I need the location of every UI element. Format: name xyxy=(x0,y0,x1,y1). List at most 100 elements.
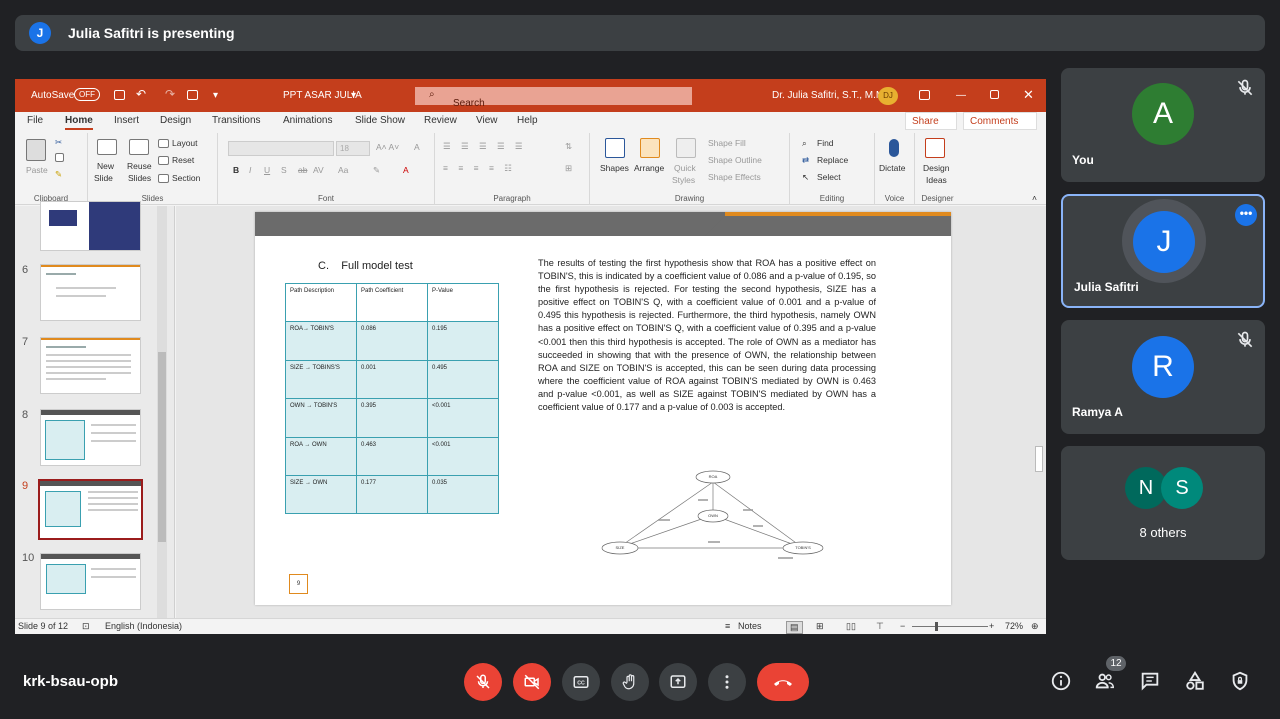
notes-button[interactable]: Notes xyxy=(738,621,762,631)
font-name-field[interactable] xyxy=(228,141,334,156)
italic-icon[interactable]: I xyxy=(249,165,251,175)
find-label[interactable]: Find xyxy=(817,138,834,148)
underline-icon[interactable]: U xyxy=(264,165,270,175)
font-color-icon[interactable]: A xyxy=(403,165,409,175)
fit-slide-icon[interactable]: ⊕ xyxy=(1031,621,1039,632)
participant-tile-ramya[interactable]: R Ramya A xyxy=(1061,320,1265,434)
people-button[interactable] xyxy=(1092,668,1118,694)
redo-icon[interactable]: ↷ xyxy=(165,87,175,101)
replace-label[interactable]: Replace xyxy=(817,155,848,165)
tab-file[interactable]: File xyxy=(27,115,43,126)
quick-styles-label-2[interactable]: Styles xyxy=(672,175,695,185)
align-icons[interactable]: ≡ ≡ ≡ ≡ ☷ xyxy=(443,163,516,174)
strikethrough-icon[interactable]: ab xyxy=(298,165,307,175)
slide-sorter-icon[interactable]: ⊞ xyxy=(816,621,824,632)
shape-outline-label[interactable]: Shape Outline xyxy=(708,155,762,165)
reset-icon[interactable] xyxy=(158,156,169,165)
clear-format-icon[interactable]: A xyxy=(414,142,420,152)
tab-help[interactable]: Help xyxy=(517,115,538,126)
font-size-field[interactable]: 18 xyxy=(336,141,370,156)
host-controls-button[interactable] xyxy=(1227,668,1253,694)
char-spacing-icon[interactable]: AV xyxy=(313,165,324,175)
shape-fill-label[interactable]: Shape Fill xyxy=(708,138,746,148)
replace-icon[interactable]: ⇄ xyxy=(802,155,809,166)
slideshow-icon[interactable]: ⊤ xyxy=(876,621,884,632)
smartart-icon[interactable]: ⊞ xyxy=(565,163,572,174)
section-label[interactable]: Section xyxy=(172,173,200,183)
activities-button[interactable] xyxy=(1182,668,1208,694)
format-painter-icon[interactable]: ✎ xyxy=(55,169,62,180)
design-ideas-icon[interactable] xyxy=(925,138,945,158)
slide-thumb-5[interactable] xyxy=(40,201,141,251)
comments-button[interactable]: Comments xyxy=(963,112,1037,130)
maximize-icon[interactable] xyxy=(990,90,999,99)
meeting-code[interactable]: krk-bsau-opb xyxy=(23,673,118,690)
mic-toggle-button[interactable] xyxy=(464,663,502,701)
section-icon[interactable] xyxy=(158,174,169,183)
more-options-button[interactable] xyxy=(708,663,746,701)
tab-animations[interactable]: Animations xyxy=(283,115,332,126)
spell-check-icon[interactable]: ⊡ xyxy=(82,621,90,632)
slide-thumb-7[interactable] xyxy=(40,337,141,394)
tab-design[interactable]: Design xyxy=(160,115,191,126)
slide-thumb-8[interactable] xyxy=(40,409,141,466)
file-name[interactable]: PPT ASAR JULIA xyxy=(283,90,362,101)
dictate-label[interactable]: Dictate xyxy=(879,163,905,173)
collapse-ribbon-icon[interactable]: ˄ xyxy=(1032,193,1037,203)
tab-home[interactable]: Home xyxy=(65,115,93,130)
select-icon[interactable]: ↖ xyxy=(802,172,809,183)
customize-icon[interactable]: ▾ xyxy=(213,90,218,101)
ribbon-display-icon[interactable] xyxy=(919,90,930,100)
layout-icon[interactable] xyxy=(158,139,169,148)
tab-transitions[interactable]: Transitions xyxy=(212,115,261,126)
copy-icon[interactable] xyxy=(55,153,64,162)
tab-slide-show[interactable]: Slide Show xyxy=(355,115,405,126)
user-avatar[interactable]: DJ xyxy=(878,87,898,105)
slide-canvas[interactable]: C. Full model test Path Description Path… xyxy=(255,212,951,605)
camera-toggle-button[interactable] xyxy=(513,663,551,701)
minimize-icon[interactable]: — xyxy=(956,90,966,101)
leave-call-button[interactable] xyxy=(757,663,809,701)
design-ideas-label-1[interactable]: Design xyxy=(923,163,949,173)
participant-tile-julia[interactable]: J Julia Safitri ••• xyxy=(1061,194,1265,308)
quick-styles-icon[interactable] xyxy=(676,138,696,158)
list-icons[interactable]: ☰ ☰ ☰ ☰ ☰ xyxy=(443,141,527,152)
cut-icon[interactable]: ✂ xyxy=(55,137,62,148)
save-icon[interactable] xyxy=(114,90,125,100)
shape-effects-label[interactable]: Shape Effects xyxy=(708,172,761,182)
reading-view-icon[interactable]: ▯▯ xyxy=(846,621,856,632)
select-label[interactable]: Select xyxy=(817,172,841,182)
participant-tile-you[interactable]: A You xyxy=(1061,68,1265,182)
reset-label[interactable]: Reset xyxy=(172,155,194,165)
language[interactable]: English (Indonesia) xyxy=(105,621,182,631)
slide-thumb-6[interactable] xyxy=(40,264,141,321)
reuse-label-2[interactable]: Slides xyxy=(128,173,151,183)
change-case-icon[interactable]: Aa xyxy=(338,165,348,175)
notes-icon[interactable]: ≡ xyxy=(725,621,730,631)
normal-view-icon[interactable]: ▤ xyxy=(786,621,803,634)
reuse-label-1[interactable]: Reuse xyxy=(127,161,152,171)
reuse-slides-icon[interactable] xyxy=(129,139,149,155)
new-slide-icon[interactable] xyxy=(97,139,117,155)
zoom-slider-thumb[interactable] xyxy=(935,622,938,631)
zoom-in-icon[interactable]: + xyxy=(989,621,994,631)
grow-font-icon[interactable]: A˄ A˅ xyxy=(376,142,399,152)
scrollbar-thumb[interactable] xyxy=(1035,446,1043,472)
paste-label[interactable]: Paste xyxy=(26,165,48,175)
microphone-icon[interactable] xyxy=(889,139,899,157)
editor-scrollbar[interactable] xyxy=(1032,206,1046,618)
close-icon[interactable]: ✕ xyxy=(1023,87,1034,103)
more-options-icon[interactable]: ••• xyxy=(1235,204,1257,226)
present-icon[interactable] xyxy=(187,90,198,100)
captions-button[interactable]: CC xyxy=(562,663,600,701)
text-direction-icon[interactable]: ⇅ xyxy=(565,141,572,152)
chat-button[interactable] xyxy=(1137,668,1163,694)
new-slide-label-2[interactable]: Slide xyxy=(94,173,113,183)
shadow-icon[interactable]: S xyxy=(281,165,287,175)
tab-insert[interactable]: Insert xyxy=(114,115,139,126)
slide-thumb-10[interactable] xyxy=(40,553,141,610)
raise-hand-button[interactable] xyxy=(611,663,649,701)
shapes-icon[interactable] xyxy=(605,138,625,158)
new-slide-label-1[interactable]: New xyxy=(97,161,114,171)
share-button[interactable]: Share xyxy=(905,112,957,130)
